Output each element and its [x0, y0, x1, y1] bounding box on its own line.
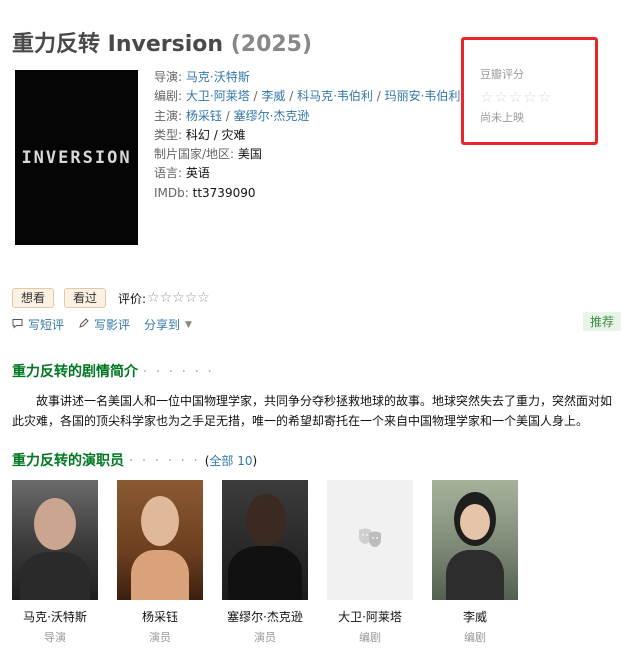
page-title: 重力反转 Inversion (2025) — [12, 26, 312, 58]
comment-icon — [12, 318, 23, 332]
genre-value: 科幻 / 灾难 — [185, 127, 246, 142]
cast-dots: · · · · · · — [128, 453, 200, 469]
imdb-label: IMDb: — [154, 185, 189, 200]
imdb-value: tt3739090 — [192, 185, 256, 200]
director-label: 导演: — [154, 70, 183, 84]
summary-dots: · · · · · · — [142, 364, 214, 380]
cast-list: 马克·沃特斯 导演 杨采钰 演员 塞缪尔·杰克逊 演员 大卫·阿莱塔 编剧 李威… — [12, 480, 518, 645]
cast-role: 编剧 — [359, 631, 381, 644]
share-link[interactable]: 分享到 ▼ — [144, 316, 192, 333]
cast-name[interactable]: 大卫·阿莱塔 — [327, 608, 413, 625]
cast-member[interactable]: 塞缪尔·杰克逊 演员 — [222, 480, 308, 645]
cast-row: 主演: 杨采钰 / 塞缪尔·杰克逊 — [154, 107, 460, 126]
cast-photo[interactable] — [432, 480, 518, 600]
movie-title: 重力反转 Inversion — [12, 32, 224, 57]
genre-label: 类型: — [154, 127, 183, 142]
cast-photo[interactable] — [222, 480, 308, 600]
cast-role: 演员 — [149, 631, 171, 644]
director-link[interactable]: 马克·沃特斯 — [186, 70, 250, 84]
star-icon: ☆ — [523, 88, 537, 106]
cast-title: 重力反转的演职员 — [12, 453, 124, 469]
cast-member[interactable]: 大卫·阿莱塔 编剧 — [327, 480, 413, 645]
cast-member[interactable]: 杨采钰 演员 — [117, 480, 203, 645]
rate-stars-input[interactable]: ☆☆☆☆☆ — [146, 290, 210, 306]
rating-panel: 豆瓣评分 ☆ ☆ ☆ ☆ ☆ 尚未上映 — [461, 37, 598, 145]
writers-row: 编剧: 大卫·阿莱塔 / 李威 / 科马克·韦伯利 / 玛丽安·韦伯利 — [154, 87, 460, 106]
write-review-link[interactable]: 写影评 — [78, 316, 130, 333]
summary-text: 故事讲述一名美国人和一位中国物理学家，共同争分夺秒拯救地球的故事。地球突然失去了… — [12, 394, 613, 428]
rating-status: 尚未上映 — [480, 111, 524, 124]
cast-heading: 重力反转的演职员 · · · · · · (全部 10) — [12, 450, 257, 470]
cast-photo[interactable] — [327, 480, 413, 600]
review-links: 写短评 写影评 分享到 ▼ — [12, 316, 206, 333]
cast-name[interactable]: 杨采钰 — [117, 608, 203, 625]
movie-year: (2025) — [230, 32, 313, 57]
actor-link[interactable]: 塞缪尔·杰克逊 — [234, 109, 310, 123]
rate-label: 评价: — [118, 291, 147, 306]
write-short-review-link[interactable]: 写短评 — [12, 316, 64, 333]
actor-link[interactable]: 杨采钰 — [186, 109, 222, 123]
movie-info: 导演: 马克·沃特斯 编剧: 大卫·阿莱塔 / 李威 / 科马克·韦伯利 / 玛… — [154, 68, 460, 203]
poster-title-text: INVERSION — [21, 147, 132, 168]
separator: / — [221, 108, 234, 123]
genre-row: 类型: 科幻 / 灾难 — [154, 126, 460, 145]
summary-title: 重力反转的剧情简介 — [12, 364, 138, 380]
country-value: 美国 — [237, 147, 262, 162]
cast-role: 导演 — [44, 631, 66, 644]
cast-member[interactable]: 李威 编剧 — [432, 480, 518, 645]
rating-stars: ☆ ☆ ☆ ☆ ☆ — [480, 90, 595, 105]
cast-photo[interactable] — [117, 480, 203, 600]
star-icon[interactable]: ☆☆☆☆☆ — [147, 290, 210, 306]
write-review-label: 写影评 — [94, 318, 131, 332]
language-label: 语言: — [154, 166, 183, 181]
star-icon: ☆ — [537, 88, 552, 106]
cast-role: 编剧 — [464, 631, 486, 644]
watched-button[interactable]: 看过 — [64, 288, 107, 308]
cast-name[interactable]: 李威 — [432, 608, 518, 625]
chevron-down-icon: ▼ — [185, 319, 192, 330]
writer-link[interactable]: 大卫·阿莱塔 — [186, 89, 250, 103]
share-label: 分享到 — [144, 318, 181, 332]
theater-masks-icon — [357, 527, 383, 553]
language-value: 英语 — [185, 166, 210, 181]
recommend-button[interactable]: 推荐 — [583, 312, 622, 331]
pencil-icon — [78, 317, 89, 332]
writers-label: 编剧: — [154, 89, 183, 104]
movie-poster[interactable]: INVERSION — [15, 70, 138, 245]
country-row: 制片国家/地区: 美国 — [154, 145, 460, 164]
cast-name[interactable]: 塞缪尔·杰克逊 — [222, 608, 308, 625]
summary-heading: 重力反转的剧情简介 · · · · · · — [12, 361, 214, 381]
writer-link[interactable]: 玛丽安·韦伯利 — [385, 89, 461, 103]
writer-link[interactable]: 李威 — [261, 89, 285, 103]
all-cast-link[interactable]: 全部 10 — [209, 454, 252, 468]
cast-photo[interactable] — [12, 480, 98, 600]
paren-close: ) — [252, 454, 258, 468]
country-label: 制片国家/地区: — [154, 147, 235, 162]
separator: / — [249, 89, 262, 104]
rating-title: 豆瓣评分 — [480, 68, 524, 81]
want-to-watch-button[interactable]: 想看 — [12, 288, 55, 308]
language-row: 语言: 英语 — [154, 164, 460, 183]
cast-label: 主演: — [154, 108, 183, 123]
cast-role: 演员 — [254, 631, 276, 644]
separator: / — [372, 89, 385, 104]
star-icon: ☆ — [494, 88, 508, 106]
director-row: 导演: 马克·沃特斯 — [154, 68, 460, 87]
imdb-row: IMDb: tt3739090 — [154, 184, 460, 203]
cast-name[interactable]: 马克·沃特斯 — [12, 608, 98, 625]
star-icon: ☆ — [508, 88, 523, 106]
separator: / — [285, 89, 298, 104]
action-bar: 想看 看过 评价: ☆☆☆☆☆ — [12, 288, 210, 308]
write-short-review-label: 写短评 — [28, 318, 65, 332]
cast-member[interactable]: 马克·沃特斯 导演 — [12, 480, 98, 645]
star-icon: ☆ — [480, 88, 494, 106]
writer-link[interactable]: 科马克·韦伯利 — [297, 89, 373, 103]
